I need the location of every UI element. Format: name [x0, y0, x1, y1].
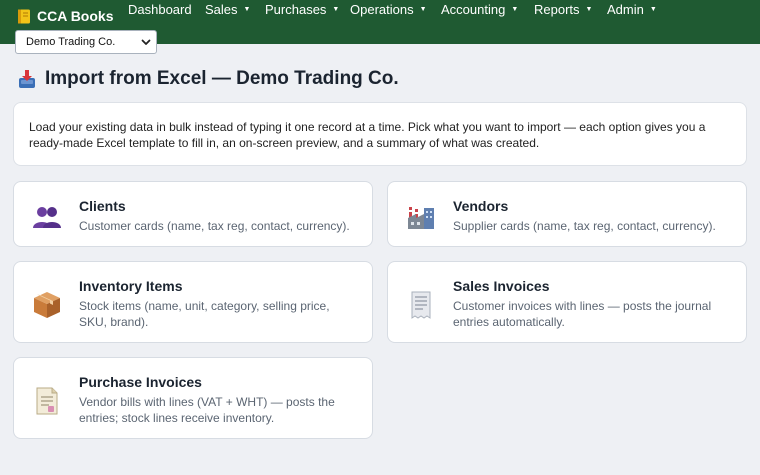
nav-sales[interactable]: Sales ▼ [205, 0, 250, 18]
people-icon [33, 207, 61, 228]
company-select-value: Demo Trading Co. [26, 36, 116, 48]
chevron-down-icon: ▼ [332, 5, 340, 13]
brand-name: CCA Books [37, 8, 114, 24]
nav-purchases-label: Purchases [265, 1, 327, 17]
import-card-sales-invoices[interactable]: Sales Invoices Customer invoices with li… [387, 261, 747, 343]
nav-sales-label: Sales [205, 1, 238, 17]
card-title: Sales Invoices [453, 278, 550, 294]
nav-dashboard[interactable]: Dashboard [128, 0, 192, 18]
chevron-down-icon [141, 39, 151, 45]
card-title: Clients [79, 198, 126, 214]
nav-reports-label: Reports [534, 1, 580, 17]
nav-accounting-label: Accounting [441, 1, 506, 17]
bill-icon [36, 387, 58, 415]
nav-reports[interactable]: Reports ▼ [534, 0, 592, 18]
card-description: Customer invoices with lines — posts the… [453, 299, 712, 329]
nav-operations-label: Operations [350, 1, 414, 17]
intro-panel: Load your existing data in bulk instead … [13, 102, 747, 166]
nav-operations[interactable]: Operations ▼ [350, 0, 427, 18]
factory-icon [408, 207, 434, 229]
import-card-clients[interactable]: Clients Customer cards (name, tax reg, c… [13, 181, 373, 247]
nav-admin-label: Admin [607, 1, 644, 17]
card-title: Vendors [453, 198, 509, 214]
page-title: Import from Excel — Demo Trading Co. [45, 68, 399, 89]
chevron-down-icon: ▼ [419, 5, 427, 13]
company-select[interactable]: Demo Trading Co. [15, 30, 157, 54]
intro-text: Load your existing data in bulk instead … [29, 120, 706, 150]
nav-purchases[interactable]: Purchases ▼ [265, 0, 339, 18]
card-description: Stock items (name, unit, category, selli… [79, 299, 330, 329]
page-header: Import from Excel — Demo Trading Co. [18, 66, 399, 92]
card-description: Supplier cards (name, tax reg, contact, … [453, 219, 716, 233]
chevron-down-icon: ▼ [243, 5, 251, 13]
card-title: Inventory Items [79, 278, 183, 294]
import-card-inventory-items[interactable]: Inventory Items Stock items (name, unit,… [13, 261, 373, 343]
import-tray-icon [19, 70, 35, 88]
card-description: Vendor bills with lines (VAT + WHT) — po… [79, 395, 335, 425]
card-description: Customer cards (name, tax reg, contact, … [79, 219, 350, 233]
nav-dashboard-label: Dashboard [128, 1, 192, 17]
chevron-down-icon: ▼ [649, 5, 657, 13]
receipt-icon [411, 291, 431, 319]
package-icon [34, 292, 60, 318]
chevron-down-icon: ▼ [585, 5, 593, 13]
brand[interactable]: CCA Books [17, 7, 114, 25]
card-title: Purchase Invoices [79, 374, 202, 390]
import-card-purchase-invoices[interactable]: Purchase Invoices Vendor bills with line… [13, 357, 373, 439]
import-card-vendors[interactable]: Vendors Supplier cards (name, tax reg, c… [387, 181, 747, 247]
nav-admin[interactable]: Admin ▼ [607, 0, 657, 18]
chevron-down-icon: ▼ [511, 5, 519, 13]
nav-accounting[interactable]: Accounting ▼ [441, 0, 518, 18]
notebook-icon [18, 9, 30, 23]
